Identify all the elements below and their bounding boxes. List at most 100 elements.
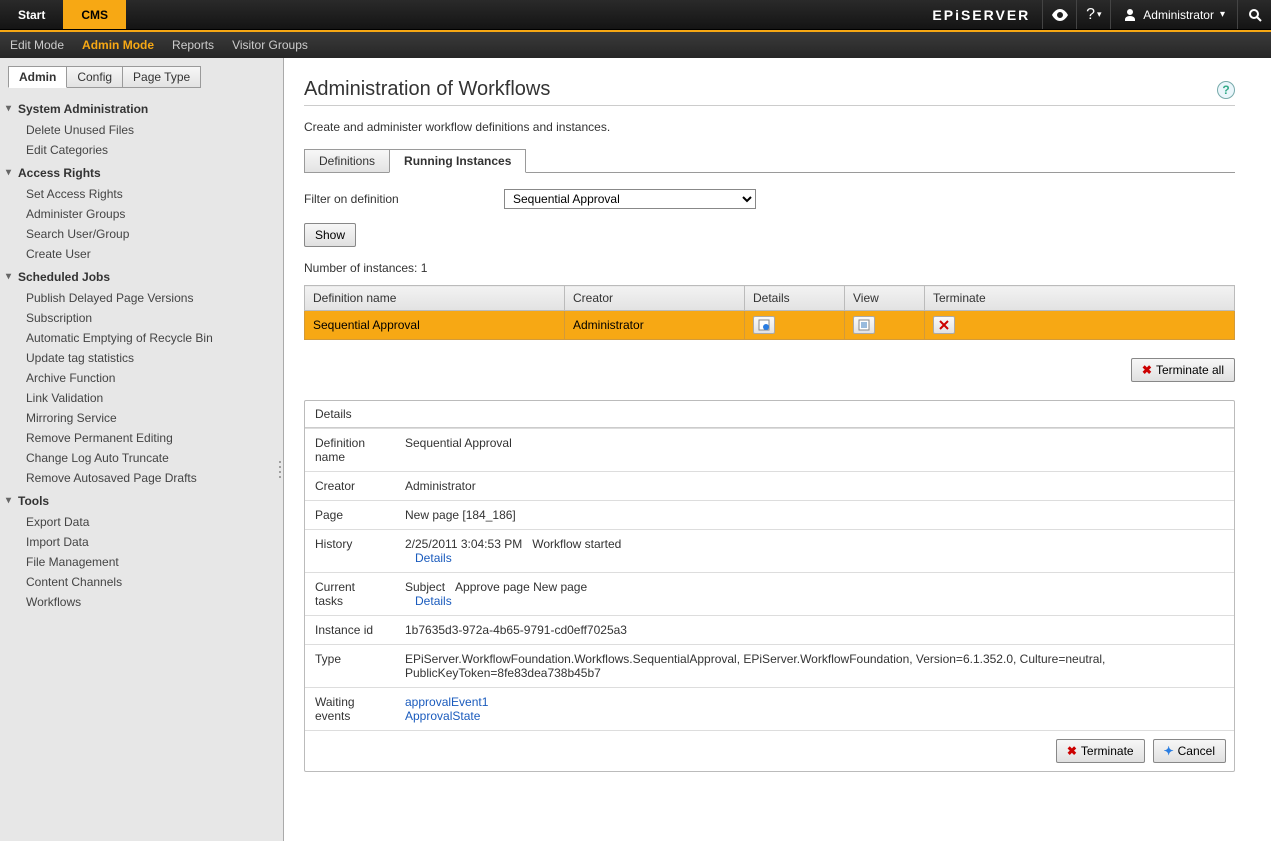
filter-label: Filter on definition: [304, 192, 504, 206]
waiting-event-1-link[interactable]: approvalEvent1: [405, 695, 488, 709]
sidebar-item[interactable]: Publish Delayed Page Versions: [0, 288, 283, 308]
sidebar-tab-config[interactable]: Config: [66, 66, 123, 88]
cell-creator: Administrator: [565, 311, 745, 340]
sidebar-item[interactable]: Remove Autosaved Page Drafts: [0, 468, 283, 488]
tab-start[interactable]: Start: [0, 0, 63, 29]
instance-count: Number of instances: 1: [304, 261, 1235, 275]
sidebar-item[interactable]: Mirroring Service: [0, 408, 283, 428]
user-name-label: Administrator: [1143, 8, 1214, 22]
detail-history-label: History: [305, 530, 395, 573]
detail-creator-label: Creator: [305, 472, 395, 501]
sidebar-item[interactable]: Content Channels: [0, 572, 283, 592]
sidebar-item[interactable]: Export Data: [0, 512, 283, 532]
sidebar-item[interactable]: Change Log Auto Truncate: [0, 448, 283, 468]
history-details-link[interactable]: Details: [415, 551, 452, 565]
sidebar-item[interactable]: Remove Permanent Editing: [0, 428, 283, 448]
detail-tasks-label: Current tasks: [305, 573, 395, 616]
help-icon[interactable]: ? ▾: [1076, 0, 1110, 29]
sidebar-item[interactable]: Administer Groups: [0, 204, 283, 224]
subnav: Edit Mode Admin Mode Reports Visitor Gro…: [0, 32, 1271, 58]
tab-running-instances[interactable]: Running Instances: [389, 149, 526, 173]
terminate-all-button[interactable]: ✖ Terminate all: [1131, 358, 1235, 382]
subnav-reports[interactable]: Reports: [172, 38, 214, 52]
detail-page: New page [184_186]: [395, 501, 1234, 530]
table-row[interactable]: Sequential Approval Administrator: [305, 311, 1235, 340]
details-icon[interactable]: [753, 316, 775, 334]
search-icon[interactable]: [1237, 0, 1271, 29]
cancel-icon: ✦: [1164, 744, 1174, 758]
detail-waiting-label: Waiting events: [305, 688, 395, 731]
sidebar-item[interactable]: Subscription: [0, 308, 283, 328]
sidebar-item[interactable]: Import Data: [0, 532, 283, 552]
detail-type-label: Type: [305, 645, 395, 688]
sidebar-item[interactable]: File Management: [0, 552, 283, 572]
sidebar-group-head[interactable]: System Administration: [0, 96, 283, 120]
user-menu[interactable]: Administrator ▾: [1110, 0, 1237, 29]
sidebar-drag-handle[interactable]: [276, 450, 284, 490]
x-icon: ✖: [1142, 363, 1152, 377]
terminate-button[interactable]: ✖ Terminate: [1056, 739, 1145, 763]
sidebar-item[interactable]: Link Validation: [0, 388, 283, 408]
detail-creator: Administrator: [395, 472, 1234, 501]
detail-definition-name-label: Definition name: [305, 429, 395, 472]
sidebar-group-head[interactable]: Access Rights: [0, 160, 283, 184]
page-subtitle: Create and administer workflow definitio…: [304, 120, 1235, 134]
main-content: Administration of Workflows ? Create and…: [284, 58, 1271, 841]
waiting-event-2-link[interactable]: ApprovalState: [405, 709, 480, 723]
subnav-visitor-groups[interactable]: Visitor Groups: [232, 38, 308, 52]
sidebar-group-head[interactable]: Tools: [0, 488, 283, 512]
sidebar-tab-page-type[interactable]: Page Type: [122, 66, 201, 88]
page-title: Administration of Workflows: [304, 78, 1217, 101]
topbar-right: EPiSERVER ? ▾ Administrator ▾: [920, 0, 1271, 29]
logo: EPiSERVER: [920, 7, 1042, 23]
cancel-label: Cancel: [1178, 744, 1215, 758]
detail-page-label: Page: [305, 501, 395, 530]
instance-table: Definition name Creator Details View Ter…: [304, 285, 1235, 340]
col-details: Details: [745, 286, 845, 311]
sidebar-item[interactable]: Workflows: [0, 592, 283, 612]
sidebar-item[interactable]: Archive Function: [0, 368, 283, 388]
view-icon[interactable]: [853, 316, 875, 334]
sidebar-item[interactable]: Delete Unused Files: [0, 120, 283, 140]
details-title: Details: [305, 401, 1234, 428]
sidebar-item[interactable]: Automatic Emptying of Recycle Bin: [0, 328, 283, 348]
filter-select[interactable]: Sequential Approval: [504, 189, 756, 209]
terminate-all-label: Terminate all: [1156, 363, 1224, 377]
caret-down-icon: ▾: [1220, 9, 1225, 20]
sidebar-tab-admin[interactable]: Admin: [8, 66, 67, 88]
content-tabs: Definitions Running Instances: [304, 148, 1235, 173]
topbar: Start CMS EPiSERVER ? ▾ Administrator ▾: [0, 0, 1271, 30]
show-button[interactable]: Show: [304, 223, 356, 247]
x-icon: ✖: [1067, 744, 1077, 758]
detail-instance: 1b7635d3-972a-4b65-9791-cd0eff7025a3: [395, 616, 1234, 645]
terminate-label: Terminate: [1081, 744, 1134, 758]
col-terminate: Terminate: [925, 286, 1235, 311]
sidebar-item[interactable]: Update tag statistics: [0, 348, 283, 368]
detail-waiting: approvalEvent1 ApprovalState: [395, 688, 1234, 731]
tab-cms[interactable]: CMS: [63, 0, 126, 29]
tasks-details-link[interactable]: Details: [415, 594, 452, 608]
detail-instance-label: Instance id: [305, 616, 395, 645]
col-definition-name: Definition name: [305, 286, 565, 311]
sidebar-item[interactable]: Edit Categories: [0, 140, 283, 160]
detail-history: 2/25/2011 3:04:53 PM Workflow started De…: [395, 530, 1234, 573]
col-view: View: [845, 286, 925, 311]
terminate-icon[interactable]: [933, 316, 955, 334]
cell-definition-name: Sequential Approval: [305, 311, 565, 340]
subnav-admin-mode[interactable]: Admin Mode: [82, 38, 154, 52]
tab-definitions[interactable]: Definitions: [304, 149, 390, 173]
sidebar-item[interactable]: Set Access Rights: [0, 184, 283, 204]
sidebar-group-head[interactable]: Scheduled Jobs: [0, 264, 283, 288]
detail-type: EPiServer.WorkflowFoundation.Workflows.S…: [395, 645, 1234, 688]
sidebar-tabs: Admin Config Page Type: [8, 66, 275, 88]
detail-definition-name: Sequential Approval: [395, 429, 1234, 472]
sidebar-item[interactable]: Search User/Group: [0, 224, 283, 244]
cancel-button[interactable]: ✦ Cancel: [1153, 739, 1226, 763]
subnav-edit-mode[interactable]: Edit Mode: [10, 38, 64, 52]
eye-icon[interactable]: [1042, 0, 1076, 29]
user-icon: [1123, 8, 1137, 22]
sidebar-item[interactable]: Create User: [0, 244, 283, 264]
page-help-icon[interactable]: ?: [1217, 81, 1235, 99]
app-tabs: Start CMS: [0, 0, 126, 29]
col-creator: Creator: [565, 286, 745, 311]
